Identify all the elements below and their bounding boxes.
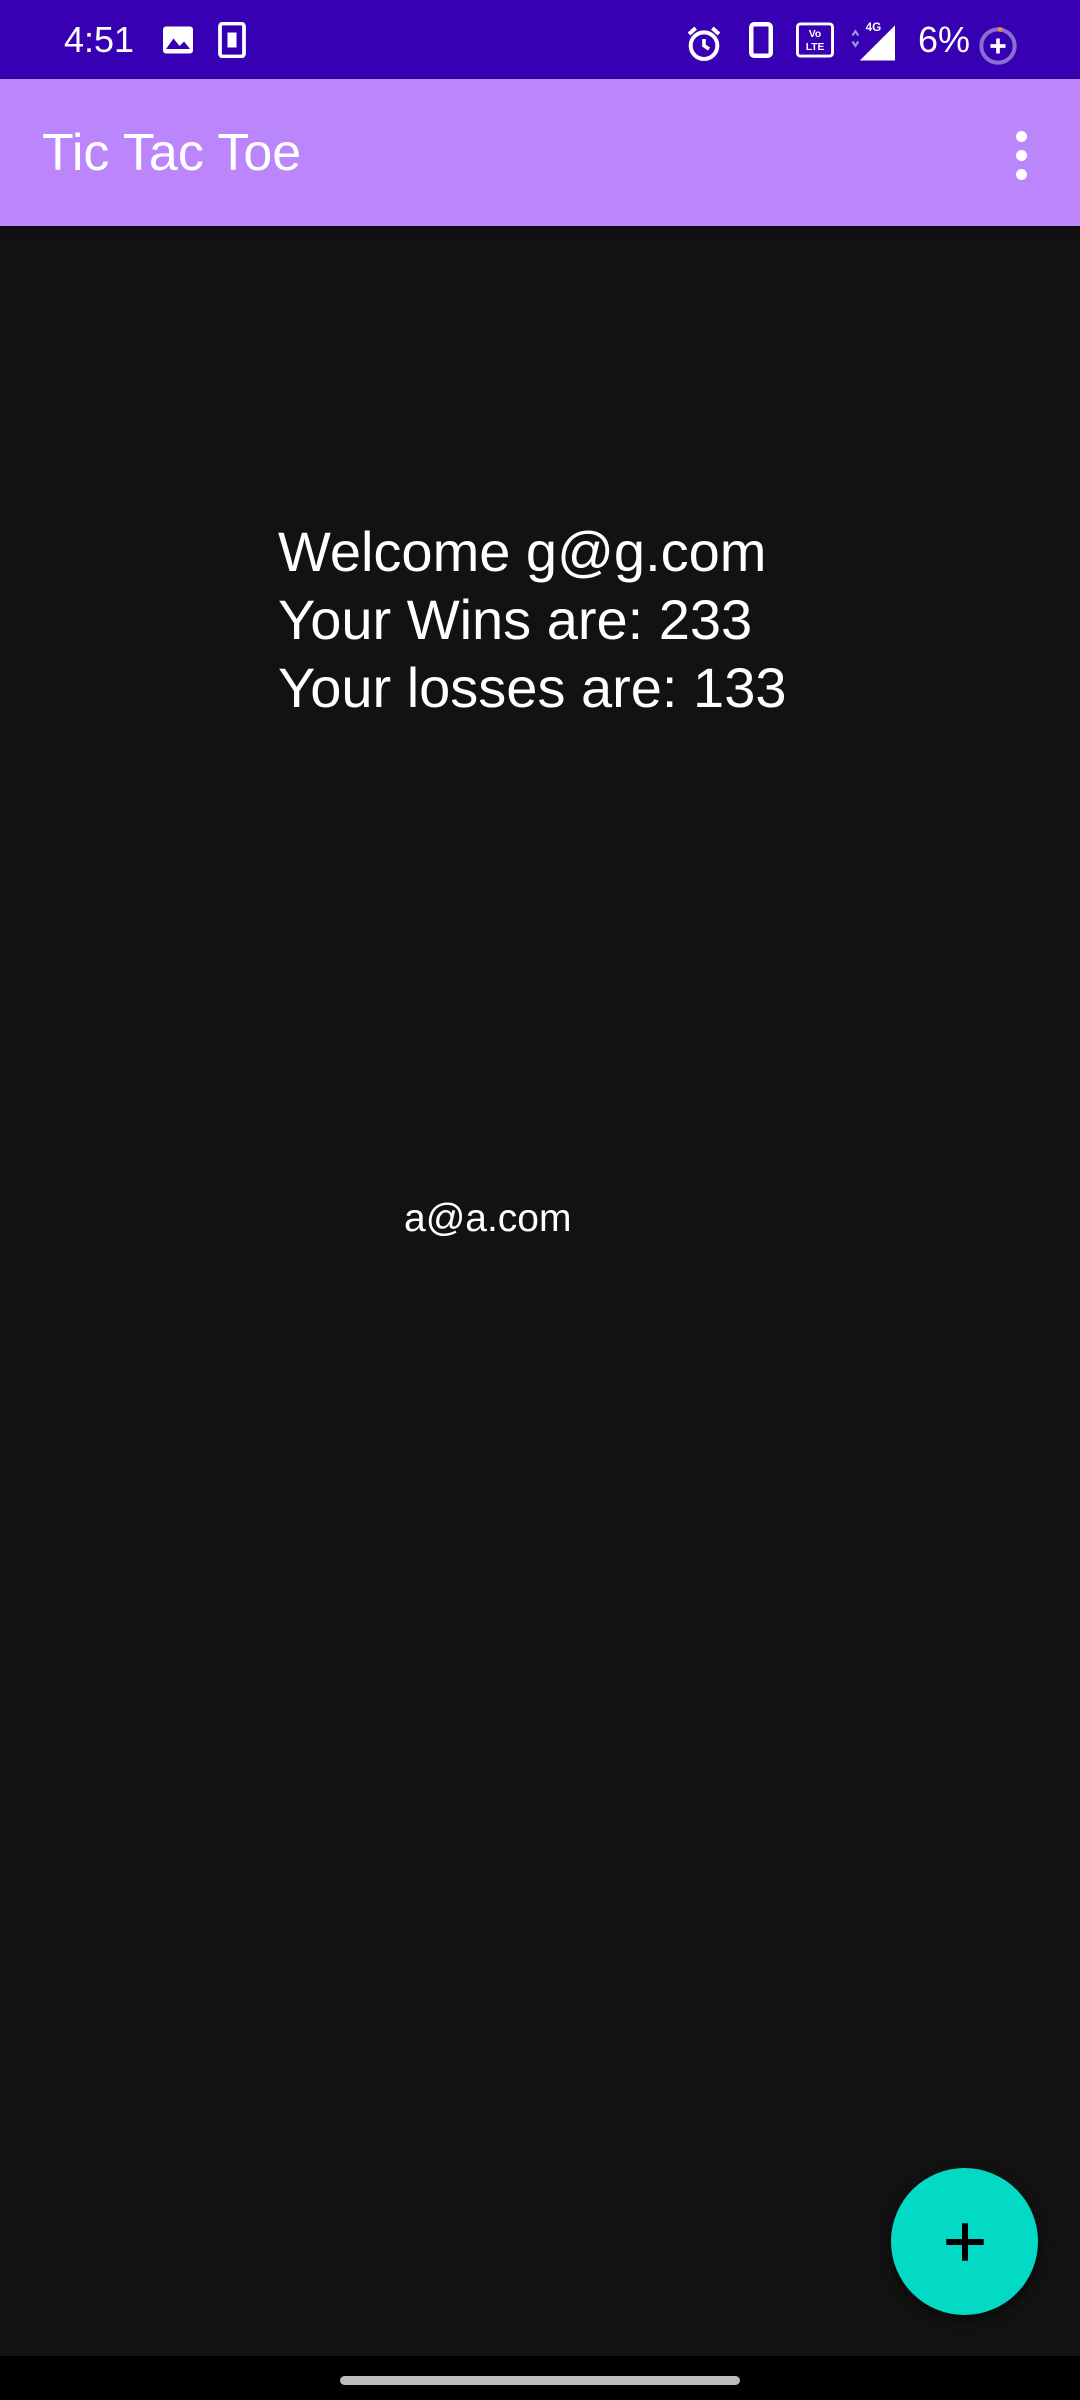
status-bar: 4:51 Vo LTE 4G 6% [0, 0, 1080, 79]
wins-text: Your Wins are: 233 [278, 588, 753, 651]
svg-text:4G: 4G [866, 21, 882, 34]
volte-icon: Vo LTE [796, 22, 834, 58]
svg-text:Vo: Vo [809, 29, 821, 40]
navigation-bar [0, 2356, 1080, 2400]
battery-percent: 6% [918, 19, 971, 60]
app-bar: Tic Tac Toe [0, 79, 1080, 226]
player-list-item[interactable]: a@a.com [404, 1196, 571, 1242]
welcome-stats: Welcome g@g.com Your Wins are: 233 Your … [278, 518, 786, 722]
app-title: Tic Tac Toe [42, 124, 302, 182]
battery-saver-icon [978, 26, 1018, 65]
more-vert-icon[interactable] [996, 119, 1048, 191]
status-time: 4:51 [64, 19, 135, 60]
phone-icon [748, 22, 774, 58]
signal-4g-icon: 4G [848, 18, 898, 61]
plus-icon [945, 2222, 984, 2261]
add-game-button[interactable] [891, 2168, 1038, 2315]
losses-text: Your losses are: 133 [278, 656, 787, 719]
alarm-icon [684, 24, 724, 62]
welcome-text: Welcome g@g.com [278, 520, 767, 583]
svg-text:LTE: LTE [806, 42, 825, 53]
home-gesture-handle[interactable] [340, 2376, 740, 2385]
image-icon [160, 22, 196, 58]
sim-card-icon [216, 21, 248, 59]
